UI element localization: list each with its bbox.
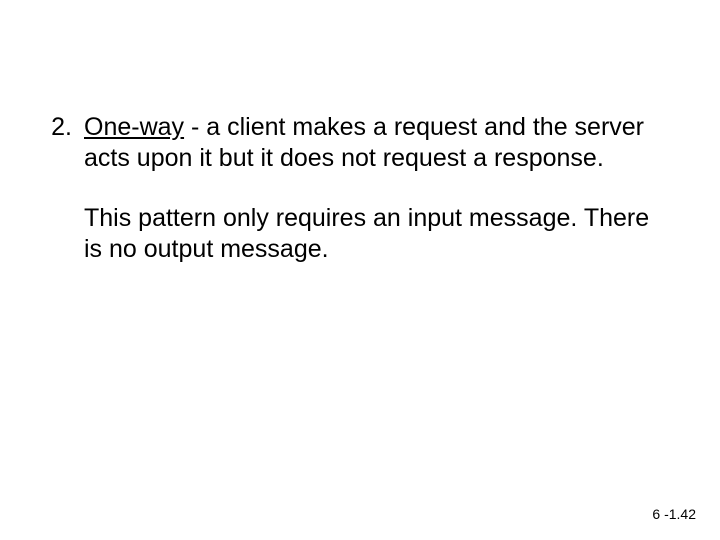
list-marker: 2. (38, 112, 84, 143)
list-item: 2. One-way - a client makes a request an… (38, 112, 660, 264)
paragraph-1: One-way - a client makes a request and t… (84, 112, 660, 173)
paragraph-2: This pattern only requires an input mess… (84, 203, 660, 264)
term-underline: One-way (84, 113, 184, 141)
page-number: 6 -1.42 (652, 506, 696, 522)
slide-body: 2. One-way - a client makes a request an… (0, 0, 720, 264)
list-content: One-way - a client makes a request and t… (84, 112, 660, 264)
